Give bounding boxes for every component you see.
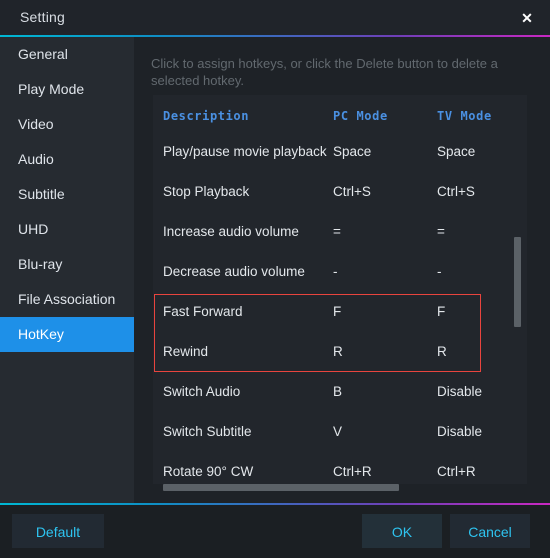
table-row[interactable]: F xyxy=(437,304,445,319)
sidebar-item-play-mode[interactable]: Play Mode xyxy=(0,72,134,107)
table-row[interactable]: Ctrl+S xyxy=(333,184,371,199)
table-row[interactable]: Disable xyxy=(437,384,482,399)
title-bar: Setting ✕ xyxy=(0,0,550,35)
sidebar-item-hotkey[interactable]: HotKey xyxy=(0,317,134,352)
instruction-text: Click to assign hotkeys, or click the De… xyxy=(151,56,498,88)
table-row[interactable]: Decrease audio volume xyxy=(163,264,305,279)
window-title: Setting xyxy=(20,9,65,25)
hotkey-table: Description PC Mode TV Mode Play/pause movi… xyxy=(153,95,527,484)
ok-button[interactable]: OK xyxy=(362,514,442,548)
sidebar-item-general[interactable]: General xyxy=(0,37,134,72)
table-row[interactable]: Increase audio volume xyxy=(163,224,299,239)
table-row[interactable]: Fast Forward xyxy=(163,304,243,319)
table-row[interactable]: Space xyxy=(437,144,475,159)
vertical-scrollbar-thumb[interactable] xyxy=(514,237,521,327)
table-row[interactable]: = xyxy=(437,224,445,239)
table-row[interactable]: Stop Playback xyxy=(163,184,249,199)
column-header-0: Description xyxy=(163,109,250,123)
cancel-button[interactable]: Cancel xyxy=(450,514,530,548)
table-row[interactable]: Ctrl+R xyxy=(437,464,476,479)
horizontal-scrollbar-thumb[interactable] xyxy=(163,484,399,491)
close-icon[interactable]: ✕ xyxy=(516,8,538,28)
table-row[interactable]: V xyxy=(333,424,342,439)
table-row[interactable]: Rewind xyxy=(163,344,208,359)
content-pane: Click to assign hotkeys, or click the De… xyxy=(134,37,550,503)
table-row[interactable]: Disable xyxy=(437,424,482,439)
table-row[interactable]: - xyxy=(437,264,442,279)
table-row[interactable]: Switch Audio xyxy=(163,384,240,399)
column-header-1: PC Mode xyxy=(333,109,388,123)
sidebar: General Play Mode Video Audio Subtitle UHD Blu… xyxy=(0,37,134,503)
settings-dialog: Setting ✕ General Play Mode Video Audio Subt… xyxy=(0,0,550,558)
default-button[interactable]: Default xyxy=(12,514,104,548)
sidebar-item-video[interactable]: Video xyxy=(0,107,134,142)
sidebar-item-uhd[interactable]: UHD xyxy=(0,212,134,247)
table-row[interactable]: Ctrl+R xyxy=(333,464,372,479)
sidebar-item-blu-ray[interactable]: Blu-ray xyxy=(0,247,134,282)
table-row[interactable]: R xyxy=(333,344,343,359)
table-row[interactable]: R xyxy=(437,344,447,359)
table-row[interactable]: Play/pause movie playback xyxy=(163,144,327,159)
table-row[interactable]: Ctrl+S xyxy=(437,184,475,199)
sidebar-item-file-association[interactable]: File Association xyxy=(0,282,134,317)
table-row[interactable]: F xyxy=(333,304,341,319)
table-row[interactable]: B xyxy=(333,384,342,399)
table-row[interactable]: - xyxy=(333,264,338,279)
table-row[interactable]: Rotate 90° CW xyxy=(163,464,253,479)
table-row[interactable]: Switch Subtitle xyxy=(163,424,252,439)
table-row[interactable]: Space xyxy=(333,144,371,159)
sidebar-item-audio[interactable]: Audio xyxy=(0,142,134,177)
sidebar-item-subtitle[interactable]: Subtitle xyxy=(0,177,134,212)
table-row[interactable]: = xyxy=(333,224,341,239)
footer-bar: Default OK Cancel xyxy=(0,505,550,558)
column-header-2: TV Mode xyxy=(437,109,492,123)
